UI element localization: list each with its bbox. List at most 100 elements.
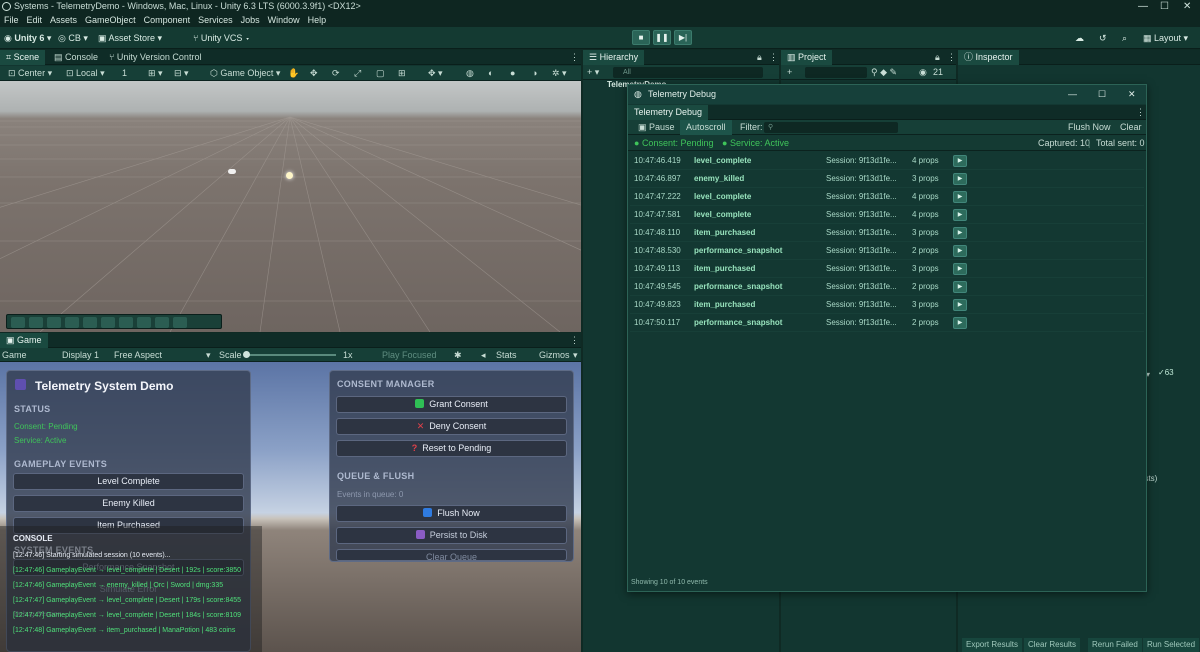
event-play-icon[interactable]: ▶ — [953, 317, 967, 329]
run-selected-button[interactable]: Run Selected — [1143, 638, 1200, 652]
enemy-killed-button[interactable]: Enemy Killed — [13, 495, 244, 512]
overlay-tool-icon[interactable] — [29, 317, 43, 328]
overlay-tool-icon[interactable] — [65, 317, 79, 328]
light-gizmo-icon[interactable] — [286, 172, 293, 179]
tab-scene[interactable]: ⌗ Scene — [0, 50, 46, 65]
autoscroll-toggle[interactable]: Autoscroll — [680, 120, 732, 135]
scale-tool-icon[interactable]: ⤢ — [354, 66, 361, 81]
snap-value[interactable]: 1 — [122, 66, 127, 81]
event-play-icon[interactable]: ▶ — [953, 191, 967, 203]
clear-button[interactable]: Clear — [1120, 120, 1142, 135]
history-icon[interactable]: ↺ — [1099, 31, 1107, 45]
event-row[interactable]: 10:47:48.110 item_purchased Session: 9f13d… — [630, 224, 1144, 242]
gizmos-dropdown[interactable]: Gizmos — [539, 348, 570, 362]
tab-project[interactable]: ▥ Project — [781, 50, 833, 65]
custom-tool-icon[interactable]: ✥ ▾ — [428, 66, 443, 81]
search-icon[interactable]: ⌕ — [1122, 31, 1127, 45]
persist-button[interactable]: Persist to Disk — [336, 527, 567, 544]
dialog-close-button[interactable]: ✕ — [1128, 85, 1136, 104]
menu-services[interactable]: Services — [194, 13, 237, 27]
rotate-tool-icon[interactable]: ⟳ — [332, 66, 340, 81]
wireframe-icon[interactable]: ◐ — [488, 66, 493, 81]
overlay-tool-icon[interactable] — [101, 317, 115, 328]
menu-edit[interactable]: Edit — [23, 13, 47, 27]
camera-gizmo-icon[interactable] — [228, 169, 236, 174]
event-row[interactable]: 10:47:49.113 item_purchased Session: 9f13d… — [630, 260, 1144, 278]
level-complete-button[interactable]: Level Complete — [13, 473, 244, 490]
overlay-tool-icon[interactable] — [47, 317, 61, 328]
event-row[interactable]: 10:47:49.545 performance_snapshot Session:… — [630, 278, 1144, 296]
dialog-minimize-button[interactable]: — — [1068, 85, 1077, 104]
stats-toggle[interactable]: Stats — [496, 348, 517, 362]
event-play-icon[interactable]: ▶ — [953, 299, 967, 311]
maximize-button[interactable]: ☐ — [1160, 0, 1169, 13]
flush-now-button[interactable]: Flush Now — [336, 505, 567, 522]
menu-component[interactable]: Component — [140, 13, 195, 27]
cloud-icon[interactable]: ☁ — [1075, 31, 1084, 45]
scale-slider-handle[interactable] — [243, 351, 250, 358]
tab-telemetry-debug[interactable]: Telemetry Debug — [628, 105, 709, 120]
overlay-tool-icon[interactable] — [173, 317, 187, 328]
event-row[interactable]: 10:47:47.222 level_complete Session: 9f13d… — [630, 188, 1144, 206]
event-play-icon[interactable]: ▶ — [953, 245, 967, 257]
pause-button[interactable]: ▣ Pause — [632, 120, 681, 135]
rerun-failed-button[interactable]: Rerun Failed — [1088, 638, 1142, 652]
eye-icon[interactable]: ◉ — [919, 65, 927, 80]
tab-version-control[interactable]: ⑂ Unity Version Control — [103, 50, 207, 65]
menu-jobs[interactable]: Jobs — [237, 13, 264, 27]
event-row[interactable]: 10:47:48.530 performance_snapshot Session:… — [630, 242, 1144, 260]
deny-consent-button[interactable]: ✕ Deny Consent — [336, 418, 567, 435]
add-icon[interactable]: + ▾ — [587, 65, 599, 80]
mute-icon[interactable]: ◂ — [481, 348, 486, 362]
bug-icon[interactable]: ✱ — [454, 348, 462, 362]
menu-help[interactable]: Help — [304, 13, 331, 27]
close-button[interactable]: ✕ — [1183, 0, 1191, 13]
menu-file[interactable]: File — [0, 13, 23, 27]
grid-snap-icon[interactable]: ⊞ ▾ — [148, 66, 163, 81]
display-dropdown[interactable]: Display 1 — [62, 348, 99, 362]
filter-icon[interactable]: ⚲ ◆ ✎ — [871, 65, 897, 80]
dialog-maximize-button[interactable]: ☐ — [1098, 85, 1106, 104]
flush-now-button[interactable]: Flush Now — [1068, 120, 1111, 135]
event-play-icon[interactable]: ▶ — [953, 263, 967, 275]
game-view-dropdown[interactable]: Game — [2, 348, 27, 362]
grant-consent-button[interactable]: Grant Consent — [336, 396, 567, 413]
panel-menu-icon[interactable]: ⋮ — [564, 50, 585, 65]
export-results-button[interactable]: Export Results — [962, 638, 1023, 652]
event-play-icon[interactable]: ▶ — [953, 227, 967, 239]
overlay-tool-icon[interactable] — [119, 317, 133, 328]
clear-queue-button[interactable]: Clear Queue — [336, 549, 567, 561]
step-button[interactable]: ▶| — [674, 30, 692, 45]
menu-gameobject[interactable]: GameObject — [81, 13, 140, 27]
menu-window[interactable]: Window — [264, 13, 304, 27]
unity-version-button[interactable]: ◉ Unity 6 ▾ — [4, 31, 51, 45]
asset-store-button[interactable]: ▣ Asset Store ▾ — [98, 31, 162, 45]
event-play-icon[interactable]: ▶ — [953, 209, 967, 221]
gizmos-chevron-icon[interactable]: ▾ — [573, 348, 578, 362]
event-row[interactable]: 10:47:46.897 enemy_killed Session: 9f13d1f… — [630, 170, 1144, 188]
account-button[interactable]: ◎ CB ▾ — [58, 31, 88, 45]
overlay-tool-icon[interactable] — [137, 317, 151, 328]
menu-assets[interactable]: Assets — [46, 13, 81, 27]
gizmo-toggle-icon[interactable]: ✲ ▾ — [552, 66, 567, 81]
tab-hierarchy[interactable]: ☰ Hierarchy — [583, 50, 645, 65]
aspect-chevron-icon[interactable]: ▾ — [206, 348, 211, 362]
gameobject-dropdown[interactable]: ⬡ Game Object ▾ — [210, 66, 280, 81]
minimize-button[interactable]: — — [1138, 0, 1148, 13]
event-play-icon[interactable]: ▶ — [953, 281, 967, 293]
layout-button[interactable]: ▦ Layout ▾ — [1143, 31, 1188, 45]
pause-button[interactable]: ❚❚ — [653, 30, 671, 45]
scale-slider[interactable] — [244, 354, 336, 356]
tab-game[interactable]: ▣ Game — [0, 333, 48, 348]
aspect-dropdown[interactable]: Free Aspect — [114, 348, 162, 362]
filter-input[interactable]: ⚲ — [764, 122, 898, 133]
event-play-icon[interactable]: ▶ — [953, 173, 967, 185]
event-play-icon[interactable]: ▶ — [953, 155, 967, 167]
light-toggle-icon[interactable]: ● — [510, 66, 515, 81]
space-dropdown[interactable]: ⊡ Local ▾ — [66, 66, 105, 81]
effects-toggle-icon[interactable]: ◑ — [532, 66, 537, 81]
move-tool-icon[interactable]: ✥ — [310, 66, 318, 81]
panel-menu-icon[interactable]: ⋮ — [564, 333, 585, 348]
overlay-tool-icon[interactable] — [83, 317, 97, 328]
event-row[interactable]: 10:47:50.117 performance_snapshot Session:… — [630, 314, 1144, 332]
